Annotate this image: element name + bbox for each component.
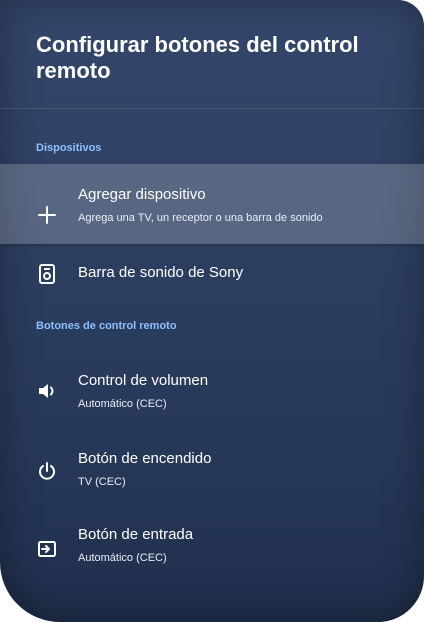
volume-control-label: Control de volumen (78, 372, 209, 389)
section-header-devices: Dispositivos (36, 142, 102, 154)
add-device-item[interactable]: Agregar dispositivo Agrega una TV, un re… (0, 164, 424, 244)
input-button-label: Botón de entrada (78, 526, 194, 543)
settings-panel: Configurar botones del control remoto Di… (0, 0, 424, 622)
volume-icon (36, 380, 58, 402)
power-button-value: TV (CEC) (78, 476, 126, 488)
power-button-item[interactable]: Botón de encendido TV (CEC) (0, 442, 424, 498)
plus-icon (36, 204, 58, 226)
title-divider (0, 108, 424, 109)
input-icon (36, 538, 58, 560)
section-header-remote-buttons: Botones de control remoto (36, 320, 177, 332)
input-button-value: Automático (CEC) (78, 552, 167, 564)
soundbar-icon (36, 263, 58, 285)
volume-control-value: Automático (CEC) (78, 398, 167, 410)
add-device-label: Agregar dispositivo (78, 186, 206, 203)
add-device-description: Agrega una TV, un receptor o una barra d… (78, 212, 323, 224)
power-icon (36, 460, 58, 482)
input-button-item[interactable]: Botón de entrada Automático (CEC) (0, 520, 424, 576)
power-button-label: Botón de encendido (78, 450, 212, 467)
soundbar-device-label: Barra de sonido de Sony (78, 264, 244, 281)
page-title: Configurar botones del control remoto (36, 32, 359, 83)
volume-control-item[interactable]: Control de volumen Automático (CEC) (0, 362, 424, 418)
soundbar-device-item[interactable]: Barra de sonido de Sony (0, 250, 424, 298)
